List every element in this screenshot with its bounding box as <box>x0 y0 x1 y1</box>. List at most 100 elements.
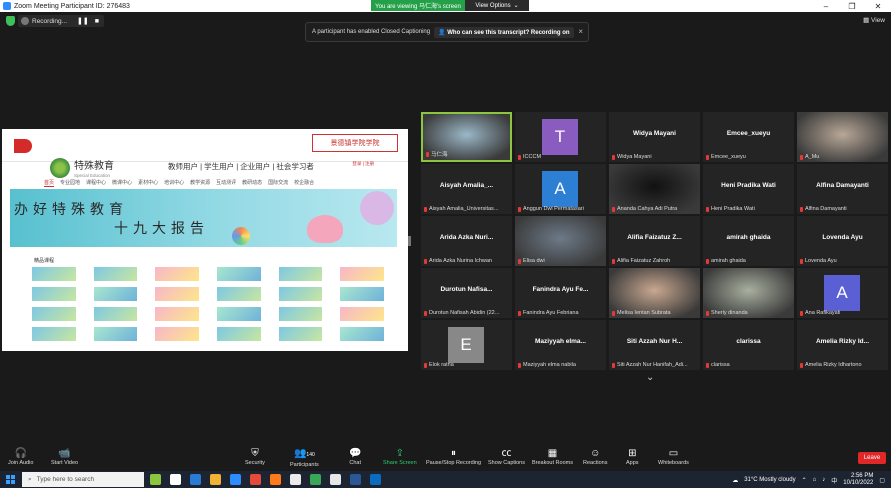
course-thumbnail <box>340 267 384 281</box>
tray-chevron-icon[interactable]: ⌃ <box>802 477 807 484</box>
maximize-button[interactable]: ❐ <box>839 0 865 12</box>
participant-name-label: Elisa dwi <box>518 258 545 264</box>
recording-cloud-icon <box>21 17 29 25</box>
participant-tile[interactable]: A Anggun Dwi Permatasari <box>515 164 606 214</box>
breakout-rooms-button[interactable]: ▦ Breakout Rooms <box>532 447 573 466</box>
participant-name-text: Heni Pradika Wati <box>711 206 755 212</box>
view-options-button[interactable]: View Options ⌄ <box>465 0 529 11</box>
participant-tile[interactable]: Ananda Cahya Adi Putra <box>609 164 700 214</box>
participant-tile[interactable]: Lovenda Ayu Lovenda Ayu <box>797 216 888 266</box>
participant-name-text: Aisyah Amalia_Universitas... <box>429 206 499 212</box>
participant-tile[interactable]: E Elok ratna <box>421 320 512 370</box>
participants-button[interactable]: 👥140 Participants <box>290 447 319 468</box>
reactions-button[interactable]: ☺ Reactions <box>583 447 607 466</box>
participant-tile[interactable]: Siti Azzah Nur H... Siti Azzah Nur Hanifa… <box>609 320 700 370</box>
notification-icon[interactable]: ▢ <box>879 477 885 484</box>
participant-tile[interactable]: amirah ghaida amirah ghaida <box>703 216 794 266</box>
weather-text[interactable]: 31°C Mostly cloudy <box>744 477 795 483</box>
app-icon[interactable] <box>150 474 161 485</box>
participant-name-text: Alifia Faizatuz Zahroh <box>617 258 671 264</box>
participant-tile[interactable]: 马仁海 <box>421 112 512 162</box>
participant-tile[interactable]: Arida Azka Nuri... Arida Azka Nurina Ichw… <box>421 216 512 266</box>
taskbar-search-box[interactable]: ⌕ Type here to search <box>22 472 144 487</box>
network-icon[interactable]: ⌂ <box>813 477 817 483</box>
app-icon[interactable] <box>330 474 341 485</box>
join-audio-button[interactable]: 🎧 Join Audio <box>8 447 33 466</box>
chat-button[interactable]: 💬 Chat <box>349 447 361 466</box>
next-page-chevron-icon[interactable]: ⌄ <box>646 372 654 383</box>
course-thumbnail <box>340 287 384 301</box>
muted-mic-icon <box>424 258 427 264</box>
split-view-handle[interactable] <box>408 236 411 246</box>
weather-cloud-icon[interactable]: ☁ <box>732 477 738 484</box>
participants-label: Participants <box>290 462 319 468</box>
close-window-button[interactable]: ✕ <box>865 0 891 12</box>
wechat-icon[interactable] <box>310 474 321 485</box>
menu-item: 教学资源 <box>190 180 211 186</box>
participant-name-text: Anggun Dwi Permatasari <box>523 206 584 212</box>
share-screen-icon: ⇪ <box>395 448 405 459</box>
brand-globe-icon <box>50 157 70 178</box>
participant-tile[interactable]: A_Mu <box>797 112 888 162</box>
participant-tile[interactable]: Durotun Nafisa... Durotun Nafisah Abidin … <box>421 268 512 318</box>
participant-tile[interactable]: Alfina Damayanti Alfina Damayanti <box>797 164 888 214</box>
recording-button-label: Pause/Stop Recording <box>426 460 482 466</box>
participant-tile[interactable]: Fanindra Ayu Fe... Fanindra Ayu Febriana <box>515 268 606 318</box>
maps-app-icon[interactable] <box>290 474 301 485</box>
start-video-button[interactable]: 📹 Start Video <box>51 447 78 466</box>
meeting-toolbar: 🎧 Join Audio 📹 Start Video ⛨ Security 👥140 P… <box>0 446 891 471</box>
participant-tile[interactable]: clarissa clarissa <box>703 320 794 370</box>
participant-tile[interactable]: Maziyyah elma... Maziyyah elma nabila <box>515 320 606 370</box>
zoom-logo-icon <box>3 2 11 10</box>
participant-tile[interactable]: Heni Pradika Wati Heni Pradika Wati <box>703 164 794 214</box>
course-thumbnail <box>155 327 199 341</box>
leave-button[interactable]: Leave <box>858 452 886 464</box>
windows-start-icon[interactable] <box>6 475 15 484</box>
firefox-browser-icon[interactable] <box>270 474 281 485</box>
participant-tile[interactable]: Amelia Rizky Id... Amelia Rizky Idhartono <box>797 320 888 370</box>
ime-indicator[interactable]: 中 <box>831 476 837 485</box>
close-icon[interactable]: × <box>578 27 583 36</box>
participant-tile[interactable]: A Ana Rafikayati <box>797 268 888 318</box>
closed-caption-notice: A participant has enabled Closed Caption… <box>305 22 589 42</box>
participant-tile[interactable]: Alifia Faizatuz Z... Alifia Faizatuz Zahr… <box>609 216 700 266</box>
show-captions-button[interactable]: ㏄ Show Captions <box>488 447 525 466</box>
participant-tile[interactable]: Elisa dwi <box>515 216 606 266</box>
clock[interactable]: 2:56 PM 10/10/2022 <box>843 473 873 487</box>
file-explorer-icon[interactable] <box>210 474 221 485</box>
view-button[interactable]: ▦ View <box>863 16 885 24</box>
whiteboards-button[interactable]: ▭ Whiteboards <box>658 447 689 466</box>
participant-tile[interactable]: Aisyah Amalia_... Aisyah Amalia_Universit… <box>421 164 512 214</box>
participant-tile[interactable]: Emcee_xueyu Emcee_xueyu <box>703 112 794 162</box>
muted-mic-icon <box>706 362 709 368</box>
pause-recording-icon[interactable]: ❚❚ <box>77 17 89 25</box>
chrome-browser-icon[interactable] <box>250 474 261 485</box>
stop-recording-icon[interactable]: ■ <box>95 18 99 25</box>
participant-tile[interactable]: Widya Mayani Widya Mayani <box>609 112 700 162</box>
word-icon[interactable] <box>350 474 361 485</box>
course-thumbnail <box>32 287 76 301</box>
task-view-icon[interactable] <box>170 474 181 485</box>
pause-stop-recording-button[interactable]: ⏸ Pause/Stop Recording <box>426 447 481 466</box>
window-title: Zoom Meeting Participant ID: 276483 <box>14 2 130 10</box>
participant-name-label: Aisyah Amalia_Universitas... <box>424 206 498 212</box>
apps-button[interactable]: ⊞ Apps <box>626 447 639 466</box>
minimize-button[interactable]: – <box>813 0 839 12</box>
course-thumbnail <box>93 327 138 341</box>
apps-icon: ⊞ <box>628 448 637 459</box>
shared-screen: 景德镇学院学院 特殊教育 Special Education 教师用户 | 学生… <box>2 129 408 351</box>
edge-browser-icon[interactable] <box>190 474 201 485</box>
app-icon[interactable] <box>370 474 381 485</box>
volume-icon[interactable]: ♪ <box>822 477 825 483</box>
zoom-app-icon[interactable] <box>230 474 241 485</box>
security-button[interactable]: ⛨ Security <box>245 447 265 466</box>
lollipop-graphic <box>232 227 250 245</box>
transcript-info-link[interactable]: 👤 Who can see this transcript? Recording… <box>434 26 574 38</box>
security-shield-icon[interactable] <box>6 16 15 26</box>
course-thumbnail <box>32 267 76 281</box>
participant-tile[interactable]: Melisa Ientan Subrata <box>609 268 700 318</box>
participant-tile[interactable]: Sherly dinanda <box>703 268 794 318</box>
participant-tile[interactable]: T ICCCM <box>515 112 606 162</box>
participant-name-text: A_Mu <box>805 154 820 160</box>
share-screen-button[interactable]: ⇪ Share Screen <box>383 447 417 466</box>
